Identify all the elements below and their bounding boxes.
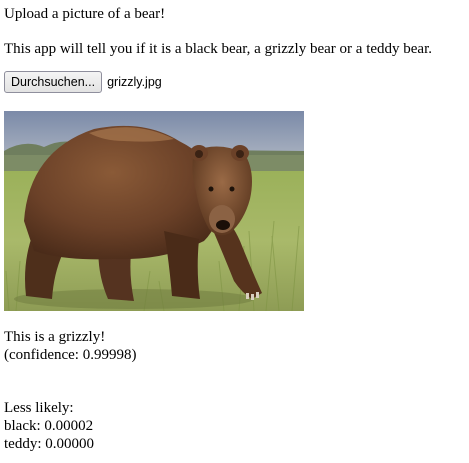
selected-file-name: grizzly.jpg: [107, 75, 162, 89]
alternative-teddy: teddy: 0.00000: [4, 436, 94, 452]
alternative-black: black: 0.00002: [4, 418, 94, 434]
app-description: This app will tell you if it is a black …: [4, 41, 432, 57]
file-upload-control[interactable]: Durchsuchen... grizzly.jpg: [4, 71, 162, 93]
browse-button[interactable]: Durchsuchen...: [4, 71, 103, 93]
prediction-text: This is a grizzly!: [4, 329, 106, 345]
less-likely-heading: Less likely:: [4, 400, 74, 416]
confidence-text: (confidence: 0.99998): [4, 347, 137, 363]
page-title: Upload a picture of a bear!: [4, 6, 166, 22]
bear-photo-illustration: [4, 111, 304, 311]
uploaded-bear-image: [4, 111, 304, 311]
